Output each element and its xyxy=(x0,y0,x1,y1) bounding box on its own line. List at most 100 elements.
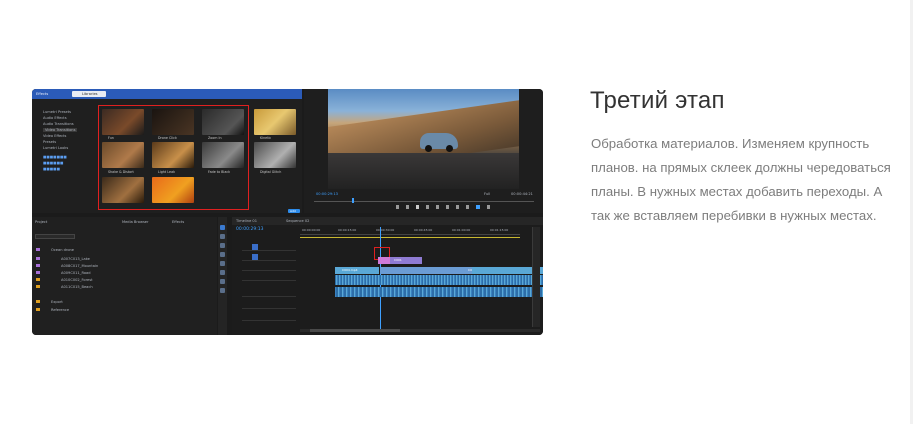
audio-track[interactable] xyxy=(335,287,543,297)
car-wheel xyxy=(425,145,432,152)
tools-strip xyxy=(218,217,227,335)
slip-tool-icon[interactable] xyxy=(220,261,225,266)
road-shape xyxy=(328,153,519,189)
effects-panel-header: Effects Libraries xyxy=(32,89,302,99)
timeline-ruler[interactable]: 00:00:00:00 00:00:15:00 00:00:30:00 00:0… xyxy=(300,227,520,235)
play-icon[interactable] xyxy=(416,205,419,209)
clip-icon xyxy=(36,264,40,267)
effect-thumb[interactable] xyxy=(202,142,244,168)
ripple-edit-icon[interactable] xyxy=(220,243,225,248)
thumb-label: Light Leak xyxy=(158,170,176,174)
timeline-scroll-thumb[interactable] xyxy=(310,329,400,332)
project-file-list: Ocean drone A007C013_Lake A008C017_Mount… xyxy=(35,247,213,327)
file-row[interactable]: A011C015_Beach xyxy=(61,285,93,289)
project-tab[interactable]: Project xyxy=(35,220,47,224)
playhead-marker[interactable] xyxy=(352,198,354,203)
tree-item[interactable]: Lumetri Presets xyxy=(43,110,71,114)
step-back-icon[interactable] xyxy=(406,205,409,209)
video-clip[interactable] xyxy=(378,257,390,264)
mark-in-icon[interactable] xyxy=(396,205,399,209)
timeline-tab[interactable]: Timeline 01 xyxy=(236,219,257,223)
file-row[interactable]: Export xyxy=(51,300,63,304)
program-fit[interactable]: Full xyxy=(484,192,490,196)
project-search[interactable] xyxy=(35,234,75,239)
selection-tool-icon[interactable] xyxy=(220,225,225,230)
timeline-hscroll[interactable] xyxy=(300,329,540,332)
audio-track[interactable] xyxy=(335,275,543,285)
mark-out-icon[interactable] xyxy=(436,205,439,209)
folder-icon xyxy=(36,248,40,251)
file-row[interactable]: A009C011_Road xyxy=(61,271,91,275)
insert-icon[interactable] xyxy=(446,205,449,209)
track-select-icon[interactable] xyxy=(220,234,225,239)
section-title: Третий этап xyxy=(590,87,725,114)
track-headers xyxy=(242,239,296,331)
thumb-label: Drone Click xyxy=(158,136,177,140)
effect-thumb[interactable] xyxy=(152,142,194,168)
thumb-label: Shake & Distort xyxy=(108,170,134,174)
tree-item[interactable]: Video Effects xyxy=(43,134,66,138)
video-clip[interactable] xyxy=(380,267,472,274)
tree-item-selected[interactable]: Video Transitions xyxy=(43,128,78,132)
clip-icon xyxy=(36,271,40,274)
file-row[interactable]: A007C013_Lake xyxy=(61,257,90,261)
effect-thumb[interactable] xyxy=(152,177,194,203)
export-frame-icon[interactable] xyxy=(466,205,469,209)
track-target-icon[interactable] xyxy=(252,244,258,250)
thumb-label: Fun xyxy=(108,136,114,140)
tree-item[interactable]: Lumetri Looks xyxy=(43,146,68,150)
timeline-tabs: Timeline 01 Sequence 02 xyxy=(232,217,543,225)
effects-tab[interactable]: Effects xyxy=(172,220,184,224)
effect-thumb[interactable] xyxy=(202,109,244,135)
program-video-frame xyxy=(328,89,519,189)
hand-tool-icon[interactable] xyxy=(220,279,225,284)
tree-item[interactable]: Presets xyxy=(43,140,56,144)
type-tool-icon[interactable] xyxy=(220,288,225,293)
ruler-tick: 00:01:00:00 xyxy=(452,228,471,232)
effect-thumb[interactable] xyxy=(102,109,144,135)
file-row[interactable]: Reference xyxy=(51,308,69,312)
media-browser-tab[interactable]: Media Browser xyxy=(122,220,149,224)
libraries-tab-label[interactable]: Libraries xyxy=(82,92,98,96)
razor-tool-icon[interactable] xyxy=(220,252,225,257)
effect-thumb[interactable] xyxy=(254,109,296,135)
effect-thumb[interactable] xyxy=(254,142,296,168)
tree-item[interactable]: Audio Effects xyxy=(43,116,67,120)
thumb-label: Zoom In xyxy=(208,136,222,140)
add-button-label: Add xyxy=(290,209,296,213)
effect-thumb[interactable] xyxy=(102,177,144,203)
folder-icon xyxy=(36,308,40,311)
project-panel: Project Media Browser Effects Ocean dron… xyxy=(32,217,217,335)
clip-icon xyxy=(36,257,40,260)
step-forward-icon[interactable] xyxy=(426,205,429,209)
track-header-row xyxy=(242,243,296,251)
ruler-tick: 00:00:30:00 xyxy=(376,228,395,232)
audio-meters xyxy=(532,227,540,327)
file-row[interactable]: A010C002_Forest xyxy=(61,278,93,282)
tree-item[interactable]: Audio Transitions xyxy=(43,122,74,126)
timeline-tab[interactable]: Sequence 02 xyxy=(286,219,309,223)
overwrite-icon[interactable] xyxy=(456,205,459,209)
file-row[interactable]: A008C017_Mountain xyxy=(61,264,98,268)
effect-thumb[interactable] xyxy=(102,142,144,168)
tree-item-blue[interactable]: ■■■■■■ xyxy=(43,161,63,165)
effect-thumb[interactable] xyxy=(152,109,194,135)
track-header-row xyxy=(242,299,296,309)
program-scrubber[interactable] xyxy=(314,201,534,202)
effects-tab-label[interactable]: Effects xyxy=(36,92,48,96)
work-area-bar[interactable] xyxy=(300,237,520,238)
thumb-label: Kinetic xyxy=(260,136,272,140)
comparison-icon[interactable] xyxy=(476,205,480,209)
program-duration: 00:00:44:21 xyxy=(511,192,533,196)
ruler-tick: 00:00:15:00 xyxy=(338,228,357,232)
settings-icon[interactable] xyxy=(487,205,490,209)
effects-panel: Effects Libraries Lumetri Presets Audio … xyxy=(32,89,302,213)
file-row[interactable]: Ocean drone xyxy=(51,248,74,252)
track-target-icon[interactable] xyxy=(252,254,258,260)
program-monitor: 00:00:29:13 Full 00:00:44:21 xyxy=(304,89,543,213)
tree-item-blue[interactable]: ■■■■■ xyxy=(43,167,60,171)
tree-item-blue[interactable]: ■■■■■■■ xyxy=(43,155,67,159)
ruler-tick: 00:00:00:00 xyxy=(302,228,321,232)
car-wheel xyxy=(446,145,453,152)
pen-tool-icon[interactable] xyxy=(220,270,225,275)
